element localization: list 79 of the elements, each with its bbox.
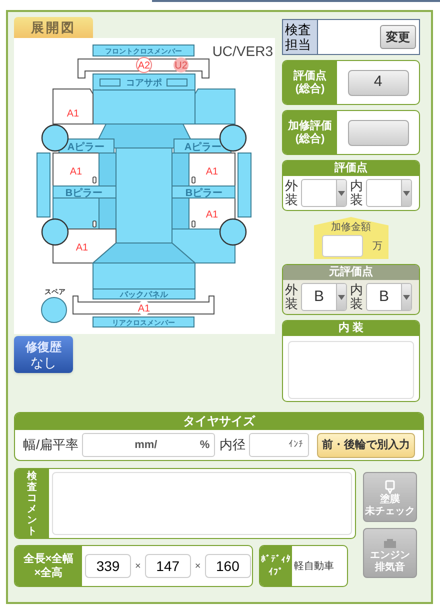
- width-ratio-field[interactable]: mm/ %: [82, 433, 215, 457]
- overall-score-label: 評価点 (総合): [283, 61, 337, 104]
- times-sign: ×: [135, 560, 141, 574]
- panel-label: Aピラー: [67, 142, 105, 153]
- dropdown-caret-icon: [336, 284, 346, 310]
- dimensions-label: 全長×全幅 ×全高: [15, 546, 82, 586]
- panel-label: バックパネル: [120, 290, 168, 299]
- interior-title: 内 装: [283, 321, 419, 336]
- repair-history-value: なし: [30, 354, 56, 370]
- body-type-value: 軽自動車: [293, 560, 334, 574]
- door-panel: [52, 152, 100, 186]
- damage-mark: U2: [174, 58, 188, 72]
- select-field[interactable]: B: [366, 283, 412, 311]
- repair-history-button[interactable]: 修復歴 なし: [14, 336, 73, 373]
- spare-wheel-icon: [41, 297, 67, 323]
- panel-label: コアサポ: [126, 78, 162, 88]
- repair-history-label: 修復歴: [26, 338, 62, 354]
- diameter-field[interactable]: ｲﾝﾁ: [248, 433, 309, 457]
- interior-textarea[interactable]: [288, 341, 414, 399]
- select-label: 外装: [285, 283, 298, 311]
- comment-label: 検査コメント: [27, 470, 37, 536]
- tire-size-title: タイヤサイズ: [15, 413, 423, 430]
- overall-score-button[interactable]: 4: [348, 70, 408, 96]
- unit-label: mm/: [134, 438, 158, 453]
- damage-mark: A1: [66, 108, 80, 120]
- repair-score-button[interactable]: [348, 120, 408, 146]
- engine-icon: [382, 536, 398, 550]
- wheel-icon: [219, 124, 247, 152]
- damage-mark: A1: [76, 242, 88, 254]
- select-label: 外装: [285, 179, 298, 207]
- select-field[interactable]: [366, 179, 412, 207]
- door-panel: [188, 152, 236, 186]
- door-handle-icon: [92, 220, 96, 228]
- unit-label: %: [200, 438, 210, 453]
- dropdown-caret-icon: [401, 284, 411, 310]
- original-score-title: 元評価点: [283, 265, 419, 280]
- dropdown-caret-icon: [336, 180, 346, 206]
- side-sill-panel: [36, 152, 50, 218]
- dimension-field[interactable]: 339: [85, 554, 131, 578]
- wheel-icon: [41, 124, 69, 152]
- repair-score-label: 加修評価 (総合): [283, 111, 337, 154]
- repair-cost-label: 加修金額: [331, 222, 371, 234]
- times-sign: ×: [194, 560, 201, 574]
- panel-label: Bピラー: [65, 188, 103, 199]
- inspector-label: 検査担当: [283, 20, 318, 54]
- select-label: 内装: [350, 283, 363, 311]
- headlight-panel: [100, 78, 120, 86]
- version-label: UC/VER3: [212, 42, 273, 61]
- headlight-panel: [166, 78, 188, 86]
- width-ratio-label: 幅/扁平率: [23, 436, 79, 454]
- wheel-icon: [41, 218, 69, 246]
- select-field[interactable]: B: [301, 283, 347, 311]
- panel-label: Bピラー: [185, 188, 223, 199]
- unit-label: 万: [372, 240, 382, 254]
- dropdown-caret-icon: [401, 180, 411, 206]
- panel-label: Aピラー: [184, 142, 222, 153]
- door-handle-icon: [192, 176, 196, 184]
- change-button[interactable]: 変更: [380, 25, 416, 49]
- damage-mark: A1: [137, 301, 151, 315]
- select-label: 内装: [350, 179, 363, 207]
- side-sill-panel: [238, 152, 252, 218]
- unit-label: ｲﾝﾁ: [288, 438, 304, 452]
- dimension-field[interactable]: 147: [144, 554, 191, 578]
- door-handle-icon: [92, 176, 96, 184]
- dimension-field[interactable]: 160: [204, 554, 251, 578]
- repair-cost-input[interactable]: [322, 235, 362, 257]
- damage-mark: A1: [206, 210, 218, 220]
- diagram-tab[interactable]: 展開図: [14, 17, 93, 38]
- body-type-label: ﾎﾞﾃﾞｨﾀｲﾌﾟ: [260, 546, 292, 586]
- select-field[interactable]: [301, 179, 347, 207]
- front-rear-input-button[interactable]: 前・後輪で別入力: [317, 432, 415, 458]
- diameter-label: 内径: [220, 436, 246, 454]
- comment-textarea[interactable]: [52, 472, 352, 535]
- score-title: 評価点: [283, 161, 419, 176]
- damage-mark: A1: [206, 166, 218, 178]
- wheel-icon: [219, 218, 247, 246]
- fender-panel: [52, 88, 94, 124]
- damage-mark: A2: [136, 57, 152, 73]
- damage-mark: A1: [70, 166, 82, 178]
